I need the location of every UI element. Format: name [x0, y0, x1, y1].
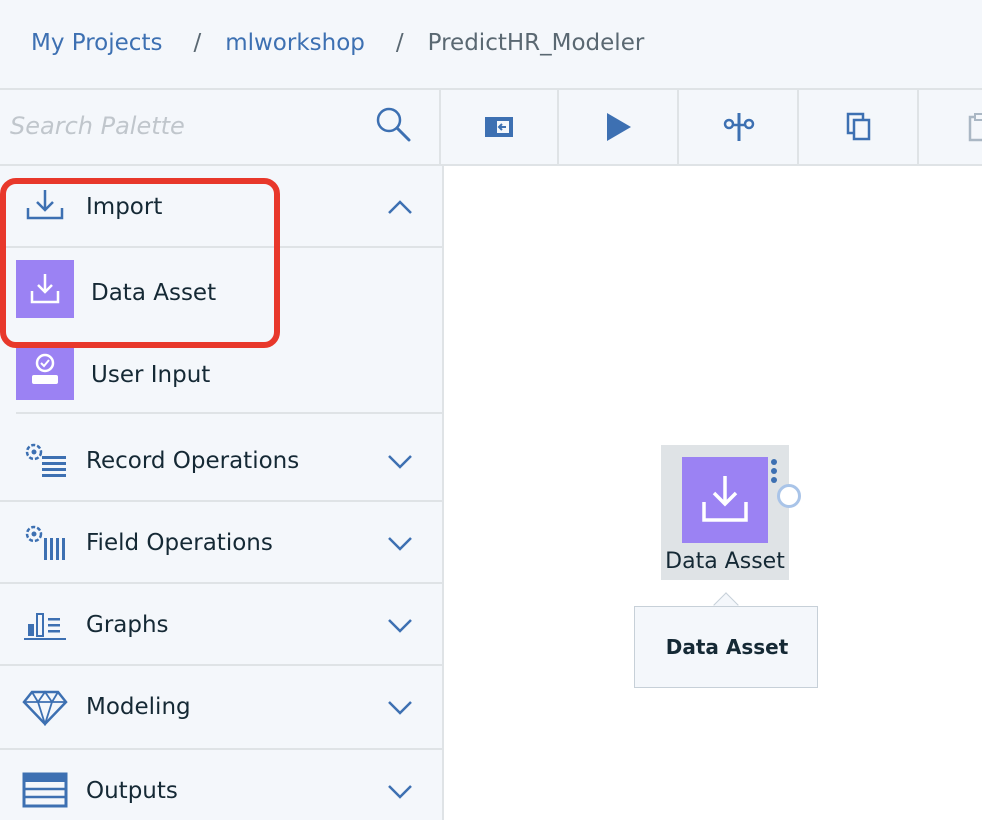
- import-icon: [26, 190, 64, 220]
- category-label: Field Operations: [86, 530, 273, 556]
- run-flow-button[interactable]: [561, 90, 679, 164]
- output-port[interactable]: [777, 484, 801, 508]
- category-modeling[interactable]: Modeling: [0, 666, 442, 750]
- toggle-palette-icon: [485, 117, 513, 137]
- category-label: Outputs: [86, 778, 178, 804]
- tooltip-text: Data Asset: [665, 635, 789, 659]
- paste-icon: [968, 113, 982, 142]
- category-import[interactable]: Import: [0, 166, 442, 248]
- category-outputs[interactable]: Outputs: [0, 750, 442, 820]
- breadcrumb-separator: /: [395, 30, 404, 56]
- graphs-icon: [24, 613, 66, 640]
- data-asset-node-icon: [16, 260, 74, 318]
- breadcrumb-current-flow: PredictHR_Modeler: [427, 30, 645, 56]
- node-menu-icon[interactable]: [769, 457, 779, 487]
- chevron-down-icon[interactable]: [386, 698, 414, 716]
- chevron-down-icon[interactable]: [386, 452, 414, 470]
- palette-node-user-input[interactable]: User Input: [16, 332, 442, 414]
- cut-button[interactable]: [681, 90, 799, 164]
- breadcrumb-bar: My Projects / mlworkshop / PredictHR_Mod…: [0, 0, 982, 90]
- user-input-icon: [32, 353, 58, 384]
- palette-node-data-asset[interactable]: Data Asset: [0, 250, 442, 332]
- canvas-node-data-asset[interactable]: Data Asset: [661, 445, 789, 580]
- category-label: Graphs: [86, 612, 169, 638]
- copy-button[interactable]: [801, 90, 919, 164]
- node-label: Data Asset: [91, 280, 217, 306]
- user-input-node-icon: [16, 342, 74, 400]
- category-record-operations[interactable]: Record Operations: [0, 420, 442, 502]
- breadcrumb: My Projects / mlworkshop / PredictHR_Mod…: [31, 30, 644, 56]
- category-graphs[interactable]: Graphs: [0, 584, 442, 666]
- breadcrumb-separator: /: [193, 30, 202, 56]
- node-tooltip: Data Asset: [634, 606, 818, 688]
- breadcrumb-my-projects[interactable]: My Projects: [31, 30, 162, 56]
- chevron-down-icon[interactable]: [386, 616, 414, 634]
- download-icon: [30, 274, 60, 304]
- canvas-node-icon: [682, 457, 768, 543]
- record-operations-icon: [25, 443, 66, 477]
- canvas-node-label: Data Asset: [665, 549, 785, 574]
- search-palette-input[interactable]: [10, 106, 360, 146]
- chevron-up-icon[interactable]: [386, 198, 414, 216]
- chevron-down-icon[interactable]: [386, 534, 414, 552]
- cut-icon: [723, 113, 755, 141]
- run-icon: [607, 113, 631, 141]
- category-field-operations[interactable]: Field Operations: [0, 502, 442, 584]
- paste-button[interactable]: [921, 90, 982, 164]
- modeling-diamond-icon: [22, 690, 68, 726]
- copy-icon: [846, 112, 871, 141]
- breadcrumb-project[interactable]: mlworkshop: [225, 30, 365, 56]
- node-label: User Input: [91, 362, 211, 388]
- field-operations-icon: [25, 525, 65, 560]
- download-icon: [702, 476, 748, 522]
- category-label: Record Operations: [86, 448, 300, 474]
- node-palette: Import Data Asset User Input Record Oper…: [0, 166, 444, 820]
- chevron-down-icon[interactable]: [386, 782, 414, 800]
- search-icon[interactable]: [374, 105, 414, 145]
- toggle-palette-button[interactable]: [441, 90, 559, 164]
- category-label: Modeling: [86, 694, 191, 720]
- outputs-table-icon: [22, 772, 68, 808]
- canvas-toolbar: [441, 90, 982, 166]
- flow-canvas[interactable]: Data Asset Data Asset: [444, 168, 982, 820]
- category-label: Import: [86, 194, 163, 220]
